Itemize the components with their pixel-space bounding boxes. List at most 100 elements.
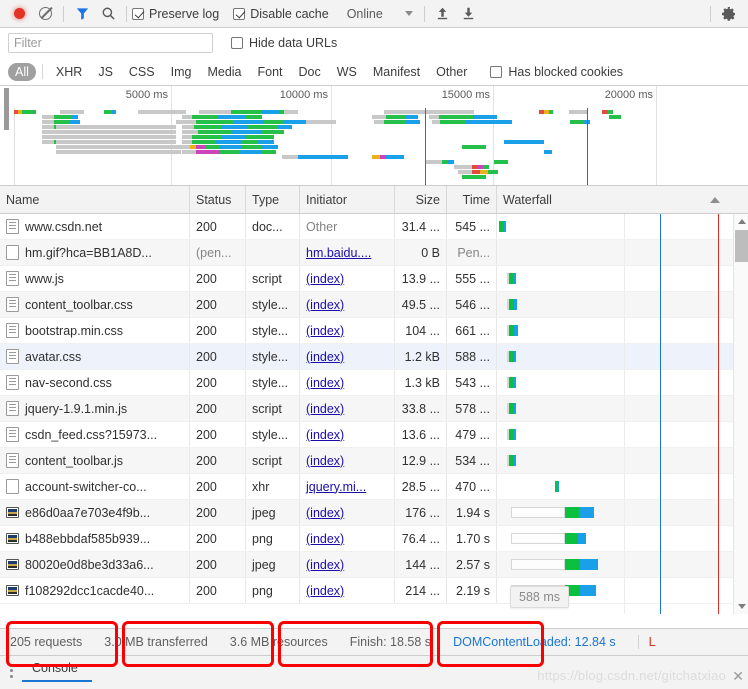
filter-input[interactable]	[8, 33, 213, 53]
initiator-link[interactable]: (index)	[306, 454, 344, 468]
watermark-text: https://blog.csdn.net/gitchatxiao	[537, 668, 726, 683]
table-row[interactable]: content_toolbar.js 200 script (index) 12.9 .…	[0, 448, 748, 474]
document-file-icon	[6, 479, 19, 494]
has-blocked-cookies-checkbox[interactable]: Has blocked cookies	[490, 65, 623, 79]
column-header-name[interactable]: Name	[0, 186, 190, 213]
column-header-type[interactable]: Type	[246, 186, 300, 213]
initiator-link[interactable]: (index)	[306, 324, 344, 338]
network-overview[interactable]: 5000 ms 10000 ms 15000 ms 20000 ms	[0, 86, 748, 186]
initiator-link[interactable]: hm.baidu....	[306, 246, 371, 260]
table-row[interactable]: jquery-1.9.1.min.js 200 script (index) 33.8 …	[0, 396, 748, 422]
request-name: 80020e0d8be3d33a6...	[25, 557, 154, 572]
scrollbar-up-button[interactable]	[734, 214, 748, 229]
type-filter-ws[interactable]: WS	[330, 63, 364, 81]
initiator-link[interactable]: (index)	[306, 376, 344, 390]
table-row[interactable]: f108292dcc1cacde40... 200 png (index) 214 ..…	[0, 578, 748, 604]
overview-bar-segment	[386, 115, 406, 119]
column-header-status[interactable]: Status	[190, 186, 246, 213]
initiator-link[interactable]: (index)	[306, 506, 344, 520]
request-name: b488ebbdaf585b939...	[25, 531, 151, 546]
request-name: e86d0aa7e703e4f9b...	[25, 505, 151, 520]
search-button[interactable]	[95, 2, 121, 26]
watermark-close-icon[interactable]: ✕	[732, 669, 744, 683]
overview-bar-segment	[261, 110, 279, 114]
table-row[interactable]: bootstrap.min.css 200 style... (index) 104 .…	[0, 318, 748, 344]
type-filter-media[interactable]: Media	[200, 63, 248, 81]
waterfall-tooltip: 588 ms	[510, 586, 569, 608]
initiator-link[interactable]: (index)	[306, 350, 344, 364]
export-har-button[interactable]	[456, 2, 482, 26]
type-filter-img[interactable]: Img	[164, 63, 199, 81]
request-name: avatar.css	[25, 349, 82, 364]
column-header-time[interactable]: Time	[447, 186, 497, 213]
clear-button[interactable]	[32, 2, 58, 26]
throttling-dropdown[interactable]: Online	[343, 7, 417, 21]
drawer-more-button[interactable]	[0, 656, 22, 682]
scrollbar-down-button[interactable]	[734, 599, 748, 614]
table-row[interactable]: nav-second.css 200 style... (index) 1.3 kB 54…	[0, 370, 748, 396]
cell-name: bootstrap.min.css	[0, 318, 190, 343]
initiator-link[interactable]: (index)	[306, 532, 344, 546]
initiator-link[interactable]: (index)	[306, 272, 344, 286]
initiator-link[interactable]: (index)	[306, 402, 344, 416]
table-row[interactable]: account-switcher-co... 200 xhr jquery.mi...…	[0, 474, 748, 500]
document-file-icon	[6, 401, 19, 416]
table-row[interactable]: avatar.css 200 style... (index) 1.2 kB 588 ..…	[0, 344, 748, 370]
type-filter-divider	[41, 64, 43, 79]
overview-bar-segment	[246, 135, 274, 139]
filter-toggle-button[interactable]	[69, 2, 95, 26]
cell-size: 1.2 kB	[395, 344, 447, 369]
hide-data-urls-checkbox[interactable]: Hide data URLs	[231, 36, 337, 50]
table-row[interactable]: b488ebbdaf585b939... 200 png (index) 76.4 ..…	[0, 526, 748, 552]
initiator-link[interactable]: (index)	[306, 298, 344, 312]
requests-scrollbar[interactable]	[733, 214, 748, 614]
overview-bar-segment	[454, 165, 472, 169]
cell-name: content_toolbar.css	[0, 292, 190, 317]
initiator-link[interactable]: jquery.mi...	[306, 480, 366, 494]
column-header-waterfall[interactable]: Waterfall	[497, 186, 748, 213]
overview-bar-segment	[220, 145, 242, 149]
import-har-button[interactable]	[430, 2, 456, 26]
waterfall-segment-queueing	[511, 507, 565, 518]
type-filter-other[interactable]: Other	[429, 63, 474, 81]
overview-left-handle[interactable]	[4, 88, 9, 130]
hide-data-urls-checkbox-box	[231, 37, 243, 49]
waterfall-segment-download	[514, 299, 517, 310]
waterfall-segment-download	[578, 533, 586, 544]
disable-cache-checkbox[interactable]: Disable cache	[233, 7, 329, 21]
table-row[interactable]: content_toolbar.css 200 style... (index) 49.…	[0, 292, 748, 318]
type-filter-css[interactable]: CSS	[122, 63, 162, 81]
table-row[interactable]: hm.gif?hca=BB1A8D... (pen... hm.baidu.... 0…	[0, 240, 748, 266]
cell-initiator: (index)	[300, 578, 395, 603]
column-header-initiator[interactable]: Initiator	[300, 186, 395, 213]
table-row[interactable]: csdn_feed.css?15973... 200 style... (index)…	[0, 422, 748, 448]
table-row[interactable]: www.csdn.net 200 doc... Other 31.4 ... 545 ..…	[0, 214, 748, 240]
type-filter-xhr[interactable]: XHR	[49, 63, 89, 81]
overview-bar-segment	[218, 115, 246, 119]
settings-button[interactable]	[716, 2, 742, 26]
initiator-link[interactable]: (index)	[306, 584, 344, 598]
initiator-link[interactable]: (index)	[306, 428, 344, 442]
overview-bar-segment	[42, 130, 56, 134]
tab-console[interactable]: Console	[22, 656, 92, 682]
hide-data-urls-label: Hide data URLs	[249, 36, 338, 50]
preserve-log-checkbox[interactable]: Preserve log	[132, 7, 219, 21]
table-row[interactable]: www.js 200 script (index) 13.9 ... 555 ...	[0, 266, 748, 292]
type-filter-all[interactable]: All	[8, 62, 36, 81]
overview-bar-segment	[196, 120, 234, 124]
toolbar-divider-4	[710, 5, 711, 22]
overview-bar-segment	[138, 110, 186, 114]
initiator-link[interactable]: (index)	[306, 558, 344, 572]
table-row[interactable]: e86d0aa7e703e4f9b... 200 jpeg (index) 176 ..…	[0, 500, 748, 526]
scrollbar-thumb[interactable]	[735, 230, 748, 262]
cell-initiator: (index)	[300, 526, 395, 551]
type-filter-doc[interactable]: Doc	[292, 63, 328, 81]
requests-table-body[interactable]: 588 ms www.csdn.net 200 doc... Other 31.4 ..…	[0, 214, 748, 614]
table-row[interactable]: 80020e0d8be3d33a6... 200 jpeg (index) 144 ..…	[0, 552, 748, 578]
type-filter-js[interactable]: JS	[91, 63, 120, 81]
overview-bar-segment	[182, 150, 196, 154]
column-header-size[interactable]: Size	[395, 186, 447, 213]
type-filter-manifest[interactable]: Manifest	[366, 63, 427, 81]
record-button[interactable]	[6, 2, 32, 26]
type-filter-font[interactable]: Font	[251, 63, 290, 81]
